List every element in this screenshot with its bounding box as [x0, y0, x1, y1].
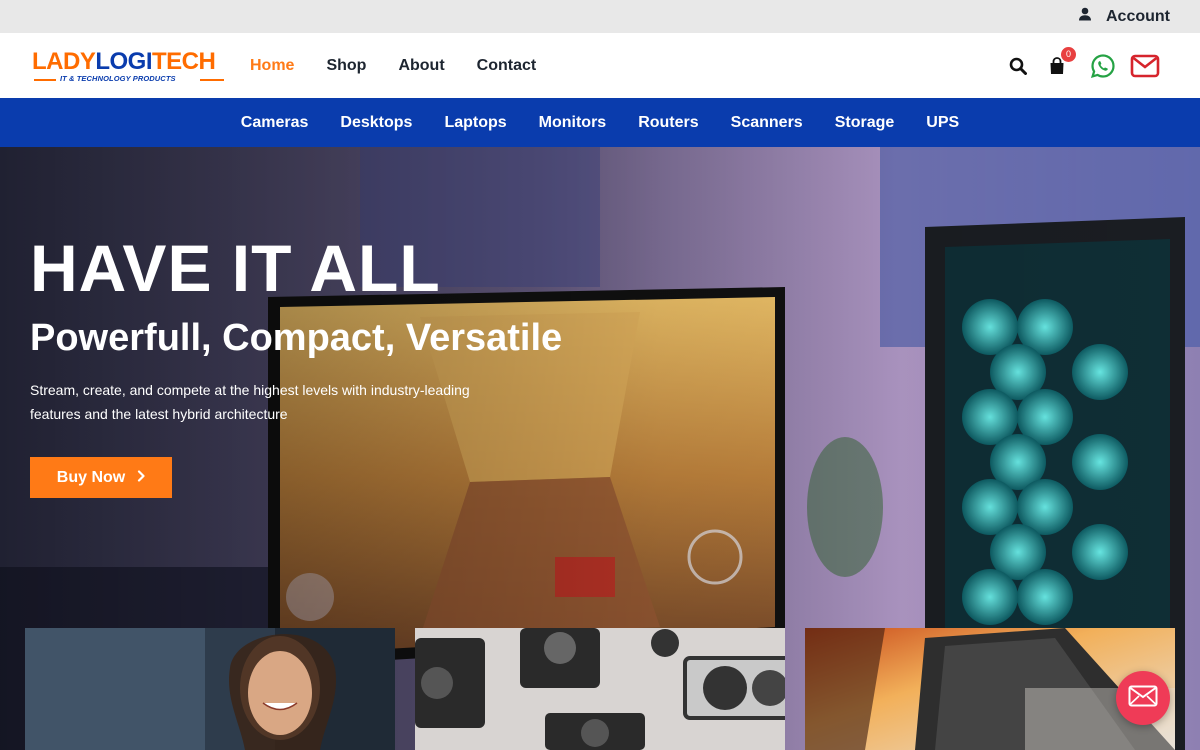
- logo-part-tech: TECH: [152, 48, 216, 75]
- nav-home[interactable]: Home: [250, 57, 294, 75]
- cart-count-badge: 0: [1061, 46, 1076, 62]
- user-icon: [1078, 7, 1092, 26]
- logo-wordmark: LADYLOGITECH: [32, 48, 216, 75]
- site-logo[interactable]: LADYLOGITECH IT & TECHNOLOGY PRODUCTS: [32, 49, 228, 85]
- site-header: LADYLOGITECH IT & TECHNOLOGY PRODUCTS Ho…: [0, 33, 1200, 98]
- category-monitors[interactable]: Monitors: [539, 114, 607, 132]
- logo-part-lady: LADY: [32, 48, 96, 75]
- top-utility-bar: Account: [0, 0, 1200, 33]
- envelope-icon: [1128, 685, 1158, 712]
- nav-about[interactable]: About: [398, 57, 444, 75]
- whatsapp-icon[interactable]: [1090, 53, 1116, 79]
- category-storage[interactable]: Storage: [835, 114, 895, 132]
- promo-card-people[interactable]: [25, 628, 395, 750]
- shopping-bag-icon[interactable]: 0: [1048, 46, 1076, 76]
- category-desktops[interactable]: Desktops: [340, 114, 412, 132]
- logo-underline-left: [34, 79, 56, 81]
- logo-tagline: IT & TECHNOLOGY PRODUCTS: [60, 74, 176, 83]
- chevron-right-icon: [137, 469, 145, 487]
- floating-contact-button[interactable]: [1116, 671, 1170, 725]
- hero-text-block: HAVE IT ALL Powerfull, Compact, Versatil…: [30, 232, 650, 426]
- nav-shop[interactable]: Shop: [326, 57, 366, 75]
- envelope-icon[interactable]: [1130, 54, 1160, 78]
- hero-description: Stream, create, and compete at the highe…: [30, 382, 470, 422]
- main-navigation: Home Shop About Contact: [250, 33, 568, 98]
- hero-banner: HAVE IT ALL Powerfull, Compact, Versatil…: [0, 147, 1200, 750]
- category-ups[interactable]: UPS: [926, 114, 959, 132]
- hero-title: HAVE IT ALL: [30, 231, 441, 305]
- category-cameras[interactable]: Cameras: [241, 114, 309, 132]
- category-scanners[interactable]: Scanners: [731, 114, 803, 132]
- buy-now-button[interactable]: Buy Now: [30, 457, 172, 498]
- promo-image-cameras: [415, 628, 785, 750]
- logo-underline-right: [200, 79, 224, 81]
- nav-contact[interactable]: Contact: [477, 57, 537, 75]
- promo-card-cameras[interactable]: [415, 628, 785, 750]
- search-icon[interactable]: [1008, 56, 1028, 76]
- promo-image-woman: [25, 628, 395, 750]
- category-laptops[interactable]: Laptops: [444, 114, 506, 132]
- buy-now-label: Buy Now: [56, 468, 126, 486]
- account-link[interactable]: Account: [1078, 0, 1170, 33]
- logo-part-logi: LOGI: [95, 48, 153, 75]
- category-navigation: Cameras Desktops Laptops Monitors Router…: [0, 98, 1200, 147]
- promo-cards: [25, 628, 1175, 750]
- category-routers[interactable]: Routers: [638, 114, 698, 132]
- hero-subtitle: Powerfull, Compact, Versatile: [30, 317, 563, 359]
- account-label: Account: [1106, 7, 1170, 25]
- header-actions: 0: [1008, 33, 1160, 98]
